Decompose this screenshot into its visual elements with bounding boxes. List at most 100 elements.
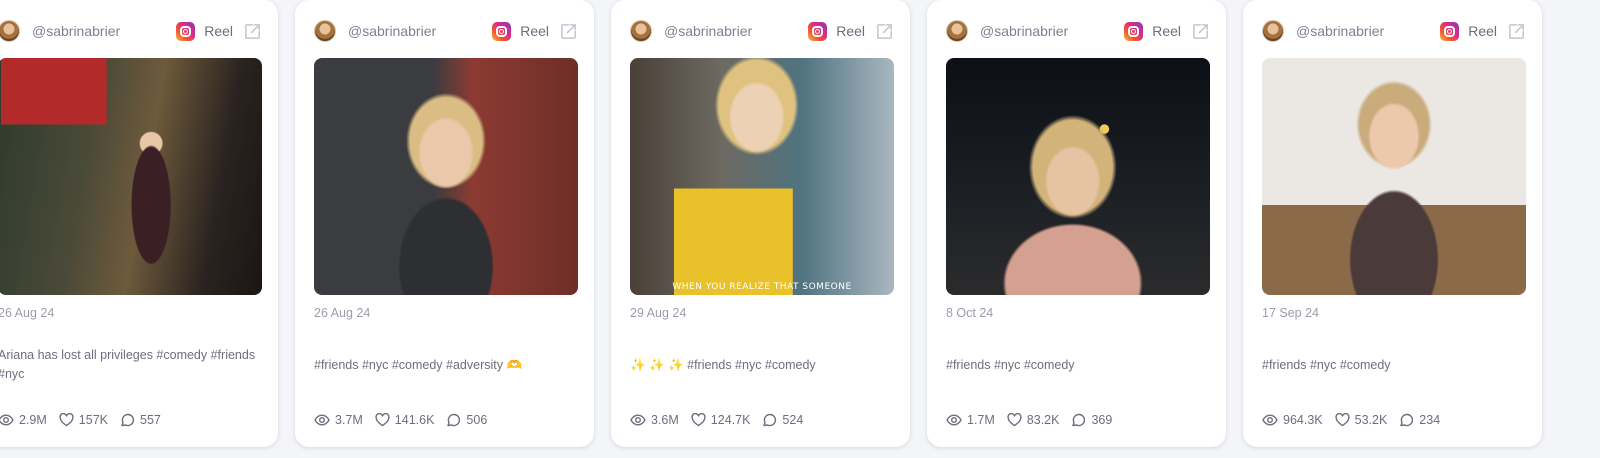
post-card[interactable]: @sabrinabrier Reel 26 Aug 24 Ariana has …	[0, 0, 278, 447]
avatar[interactable]	[1262, 20, 1284, 42]
views-stat: 3.6M	[630, 413, 679, 427]
views-count: 964.3K	[1283, 413, 1323, 427]
external-link-icon[interactable]	[1507, 22, 1526, 41]
likes-stat: 141.6K	[375, 413, 435, 427]
post-type-label: Reel	[1468, 23, 1497, 39]
comment-icon	[121, 413, 135, 427]
post-header: @sabrinabrier Reel	[946, 19, 1210, 43]
views-stat: 3.7M	[314, 413, 363, 427]
heart-icon	[59, 413, 74, 427]
post-stats: 3.7M 141.6K 506	[314, 413, 499, 427]
views-count: 3.7M	[335, 413, 363, 427]
post-thumbnail[interactable]	[314, 58, 578, 295]
external-link-icon[interactable]	[243, 22, 262, 41]
comments-count: 524	[782, 413, 804, 427]
post-handle[interactable]: @sabrinabrier	[32, 23, 120, 39]
comment-icon	[1072, 413, 1086, 427]
post-thumbnail[interactable]	[946, 58, 1210, 295]
post-date: 17 Sep 24	[1262, 306, 1319, 320]
post-thumbnail[interactable]	[1262, 58, 1526, 295]
post-caption: #friends #nyc #comedy	[946, 336, 1210, 394]
views-count: 3.6M	[651, 413, 679, 427]
eye-icon	[630, 414, 646, 426]
avatar[interactable]	[314, 20, 336, 42]
comments-stat: 234	[1399, 413, 1440, 427]
post-card[interactable]: @sabrinabrier Reel 26 Aug 24 #friends #n…	[295, 0, 594, 447]
post-type-label: Reel	[520, 23, 549, 39]
instagram-icon	[176, 21, 196, 41]
likes-count: 141.6K	[394, 413, 435, 427]
post-type-label: Reel	[836, 23, 865, 39]
post-date: 26 Aug 24	[0, 306, 55, 320]
comments-stat: 506	[446, 413, 487, 427]
likes-stat: 157K	[59, 413, 108, 427]
likes-stat: 53.2K	[1335, 413, 1388, 427]
likes-stat: 124.7K	[691, 413, 751, 427]
post-caption-text: ✨ ✨ ✨ #friends #nyc #comedy	[630, 357, 816, 372]
post-stats: 3.6M 124.7K 524	[630, 413, 815, 427]
comment-icon	[1400, 413, 1414, 427]
views-stat: 964.3K	[1262, 413, 1323, 427]
post-caption: ✨ ✨ ✨ #friends #nyc #comedy	[630, 336, 894, 394]
instagram-icon	[1124, 21, 1144, 41]
avatar[interactable]	[0, 20, 20, 42]
avatar[interactable]	[630, 20, 652, 42]
likes-count: 83.2K	[1026, 413, 1060, 427]
post-handle[interactable]: @sabrinabrier	[1296, 23, 1384, 39]
post-thumbnail[interactable]	[0, 58, 262, 295]
post-caption-text: #friends #nyc #comedy	[1262, 357, 1391, 372]
heart-icon	[1335, 413, 1350, 427]
post-type-label: Reel	[1152, 23, 1181, 39]
post-stats: 2.9M 157K 557	[0, 413, 173, 427]
post-stats: 1.7M 83.2K 369	[946, 413, 1124, 427]
post-header: @sabrinabrier Reel	[314, 19, 578, 43]
post-header: @sabrinabrier Reel	[1262, 19, 1526, 43]
views-count: 2.9M	[19, 413, 47, 427]
heart-icon	[1007, 413, 1022, 427]
avatar[interactable]	[946, 20, 968, 42]
thumbnail-caption: WHEN YOU REALIZE THAT SOMEONE	[672, 282, 852, 292]
heart-icon	[375, 413, 390, 427]
post-type-label: Reel	[204, 23, 233, 39]
views-stat: 1.7M	[946, 413, 995, 427]
post-caption-text: Ariana has lost all privileges #comedy #…	[0, 348, 256, 381]
external-link-icon[interactable]	[875, 22, 894, 41]
eye-icon	[946, 414, 962, 426]
post-stats: 964.3K 53.2K 234	[1262, 413, 1452, 427]
eye-icon	[0, 414, 14, 426]
external-link-icon[interactable]	[559, 22, 578, 41]
post-date: 26 Aug 24	[314, 306, 371, 320]
post-card[interactable]: @sabrinabrier Reel 17 Sep 24 #friends #n…	[1243, 0, 1542, 447]
post-card[interactable]: @sabrinabrier Reel WHEN YOU REALIZE THAT…	[611, 0, 910, 447]
instagram-icon	[808, 21, 828, 41]
views-count: 1.7M	[967, 413, 995, 427]
post-caption: #friends #nyc #comedy #adversity 🫶	[314, 336, 578, 394]
likes-count: 53.2K	[1354, 413, 1388, 427]
post-header: @sabrinabrier Reel	[630, 19, 894, 43]
post-date: 29 Aug 24	[630, 306, 687, 320]
likes-count: 157K	[78, 413, 108, 427]
instagram-icon	[1440, 21, 1460, 41]
likes-stat: 83.2K	[1007, 413, 1060, 427]
post-handle[interactable]: @sabrinabrier	[664, 23, 752, 39]
post-thumbnail[interactable]: WHEN YOU REALIZE THAT SOMEONE	[630, 58, 894, 295]
comments-stat: 557	[120, 413, 161, 427]
post-date: 8 Oct 24	[946, 306, 994, 320]
comment-icon	[763, 413, 777, 427]
comments-stat: 369	[1071, 413, 1112, 427]
post-handle[interactable]: @sabrinabrier	[980, 23, 1068, 39]
comments-count: 557	[140, 413, 161, 427]
external-link-icon[interactable]	[1191, 22, 1210, 41]
eye-icon	[1262, 414, 1278, 426]
views-stat: 2.9M	[0, 413, 47, 427]
post-card[interactable]: @sabrinabrier Reel 8 Oct 24 #friends #ny…	[927, 0, 1226, 447]
post-handle[interactable]: @sabrinabrier	[348, 23, 436, 39]
heart-icon	[691, 413, 706, 427]
comments-count: 506	[466, 413, 488, 427]
instagram-icon	[492, 21, 512, 41]
post-caption-text: #friends #nyc #comedy	[946, 357, 1075, 372]
likes-count: 124.7K	[710, 413, 751, 427]
post-caption: Ariana has lost all privileges #comedy #…	[0, 336, 262, 394]
posts-strip: @sabrinabrier Reel 26 Aug 24 Ariana has …	[0, 0, 1542, 447]
comments-count: 369	[1091, 413, 1113, 427]
